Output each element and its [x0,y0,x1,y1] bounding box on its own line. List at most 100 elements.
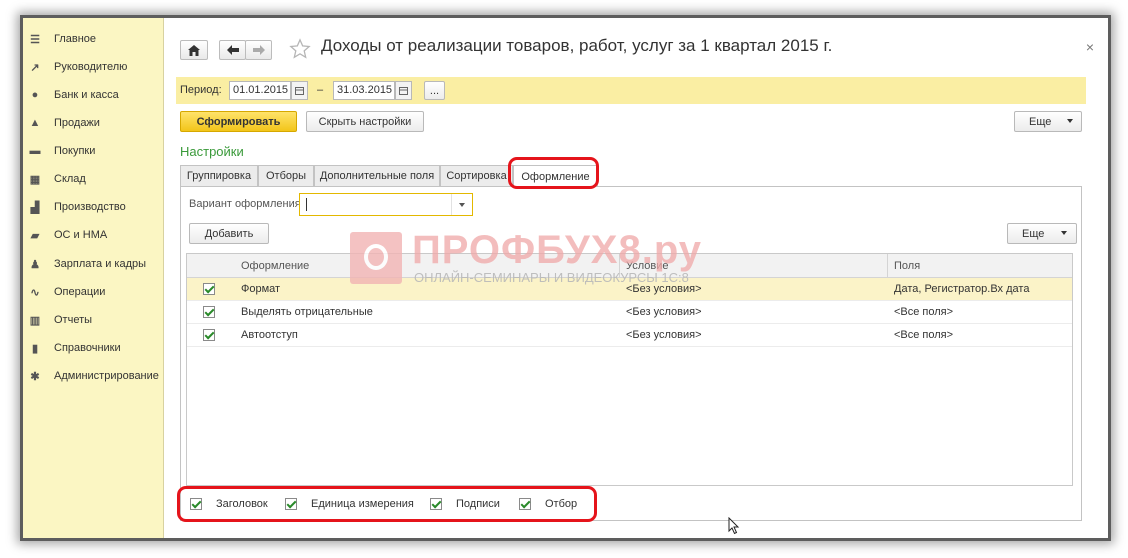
table-row[interactable]: Формат <Без условия> Дата, Регистратор.В… [187,278,1072,301]
column-header-fields[interactable]: Поля [894,254,920,278]
more-button[interactable]: Еще [1014,111,1082,132]
period-from-field[interactable]: 01.01.2015 [229,81,291,100]
bar-chart-icon: ▥ [29,314,41,327]
sidebar-item-main[interactable]: ☰ Главное [23,28,163,50]
coin-icon: ● [31,89,39,101]
row-checkbox[interactable] [203,306,215,318]
report-form: Доходы от реализации товаров, работ, усл… [164,18,1108,538]
period-select-button[interactable]: ... [424,81,445,100]
sidebar-item-payroll[interactable]: ♟ Зарплата и кадры [23,253,163,275]
operations-icon: ∿ [30,286,40,299]
row-fields: Дата, Регистратор.Вх дата [894,283,1030,295]
sidebar-item-label: Операции [54,286,106,298]
appearance-panel: Вариант оформления: Добавить Еще Оформле… [180,186,1082,521]
chevron-down-icon [1061,231,1067,235]
sidebar-item-fixed-assets[interactable]: ▰ ОС и НМА [23,224,163,246]
sidebar-item-label: Руководителю [54,61,128,73]
sidebar-item-sales[interactable]: ▲ Продажи [23,112,163,134]
sidebar-item-label: Покупки [54,145,96,157]
gear-icon: ✱ [30,370,40,383]
table-row[interactable]: Автоотступ <Без условия> <Все поля> [187,324,1072,347]
options-highlight [177,486,597,522]
row-name: Выделять отрицательные [241,306,373,318]
tab-filters[interactable]: Отборы [258,165,314,186]
bag-icon: ▲ [29,117,41,129]
factory-icon: ▟ [30,201,40,214]
chevron-down-icon [1067,119,1073,123]
more-label: Еще [1029,115,1052,128]
row-fields: <Все поля> [894,306,954,318]
appearance-table: Оформление Условие Поля Формат <Без усло… [186,253,1073,486]
close-icon[interactable]: × [1086,39,1094,55]
sidebar-item-purchases[interactable]: ▬ Покупки [23,140,163,162]
text-cursor [306,198,307,211]
book-icon: ▮ [31,342,39,355]
period-bar: Период: 01.01.2015 – 31.03.2015 ... [176,77,1086,104]
column-header-condition[interactable]: Условие [626,254,669,278]
add-button[interactable]: Добавить [189,223,269,244]
sidebar-item-administration[interactable]: ✱ Администрирование [23,365,163,387]
menu-icon: ☰ [30,33,40,46]
sidebar-item-manager[interactable]: ↗ Руководителю [23,56,163,78]
calendar-to-button[interactable] [395,81,412,100]
sidebar-item-production[interactable]: ▟ Производство [23,196,163,218]
period-to-field[interactable]: 31.03.2015 [333,81,395,100]
period-dash: – [317,84,324,96]
sidebar-item-label: Продажи [54,117,100,129]
variant-dropdown-button[interactable] [451,194,472,215]
tab-grouping[interactable]: Группировка [180,165,258,186]
calendar-icon [295,86,304,95]
sidebar-item-warehouse[interactable]: ▦ Склад [23,168,163,190]
page-title: Доходы от реализации товаров, работ, усл… [321,36,833,55]
panel-more-button[interactable]: Еще [1007,223,1077,244]
column-header-appearance[interactable]: Оформление [241,254,309,278]
app-window: ☰ Главное ↗ Руководителю ● Банк и касса … [20,15,1111,541]
row-name: Формат [241,283,281,295]
star-icon[interactable] [289,38,311,60]
row-fields: <Все поля> [894,329,954,341]
sidebar-item-label: Банк и касса [54,89,119,101]
calendar-from-button[interactable] [291,81,308,100]
home-button[interactable] [180,40,208,60]
sidebar-item-bank[interactable]: ● Банк и касса [23,84,163,106]
sidebar-item-label: ОС и НМА [54,229,108,241]
person-icon: ♟ [30,258,40,271]
tab-additional-fields[interactable]: Дополнительные поля [314,165,440,186]
variant-input[interactable] [299,193,473,216]
hide-settings-button[interactable]: Скрыть настройки [306,111,424,132]
warehouse-icon: ▦ [29,173,41,186]
sidebar-item-label: Склад [54,173,86,185]
trend-icon: ↗ [30,61,40,74]
arrow-left-icon [226,45,239,55]
sidebar-item-label: Зарплата и кадры [54,258,147,270]
sidebar: ☰ Главное ↗ Руководителю ● Банк и касса … [23,18,164,538]
row-condition: <Без условия> [626,306,702,318]
back-button[interactable] [219,40,246,60]
sidebar-item-reports[interactable]: ▥ Отчеты [23,309,163,331]
sidebar-item-label: Главное [54,33,97,45]
sidebar-item-directories[interactable]: ▮ Справочники [23,337,163,359]
sidebar-item-label: Администрирование [54,370,159,382]
row-checkbox[interactable] [203,329,215,341]
forward-button[interactable] [245,40,272,60]
more-label: Еще [1022,227,1045,240]
chevron-down-icon [459,203,465,207]
table-row[interactable]: Выделять отрицательные <Без условия> <Вс… [187,301,1072,324]
tab-sorting[interactable]: Сортировка [440,165,513,186]
arrow-right-icon [252,45,265,55]
sidebar-item-label: Справочники [54,342,121,354]
row-checkbox[interactable] [203,283,215,295]
period-label: Период: [180,84,222,96]
row-condition: <Без условия> [626,329,702,341]
row-name: Автоотступ [241,329,298,341]
home-icon [188,44,200,56]
sidebar-item-label: Производство [54,201,126,213]
truck-icon: ▰ [30,229,40,242]
sidebar-item-operations[interactable]: ∿ Операции [23,281,163,303]
cart-icon: ▬ [29,145,41,157]
row-condition: <Без условия> [626,283,702,295]
table-header: Оформление Условие Поля [187,254,1072,278]
generate-button[interactable]: Сформировать [180,111,297,132]
active-tab-highlight [508,157,599,189]
settings-title: Настройки [180,144,244,159]
